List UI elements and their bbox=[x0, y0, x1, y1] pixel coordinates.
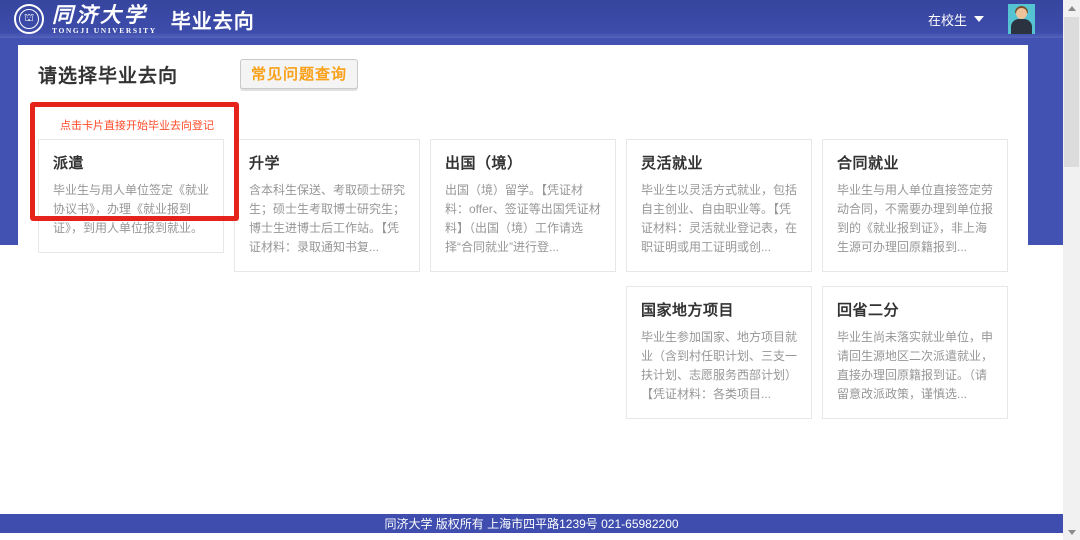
faq-query-button[interactable]: 常见问题查询 bbox=[240, 59, 358, 89]
card-contract-employment[interactable]: 合同就业 毕业生与用人单位直接签定劳动合同，不需要办理到单位报到的《就业报到证》… bbox=[822, 139, 1008, 272]
card-title: 出国（境） bbox=[445, 152, 601, 173]
university-seal-icon bbox=[14, 4, 44, 34]
card-title: 回省二分 bbox=[837, 299, 993, 320]
destination-card-grid: 派遣 毕业生与用人单位签定《就业协议书》，办理《就业报到证》，到用人单位报到就业… bbox=[38, 139, 1008, 419]
card-title: 升学 bbox=[249, 152, 405, 173]
copyright-text: 同济大学 版权所有 上海市四平路1239号 021-65982200 bbox=[384, 515, 678, 532]
user-role-dropdown[interactable]: 在校生 bbox=[928, 10, 984, 29]
university-name-cn: 同济大学 bbox=[52, 4, 157, 25]
avatar[interactable] bbox=[1008, 4, 1035, 34]
card-flexible-employment[interactable]: 灵活就业 毕业生以灵活方式就业，包括自主创业、自由职业等。【凭证材料：灵活就业登… bbox=[626, 139, 812, 272]
university-name-en: TONGJI UNIVERSITY bbox=[52, 27, 157, 35]
card-title: 国家地方项目 bbox=[641, 299, 797, 320]
graduation-destination-page: 同济大学 TONGJI UNIVERSITY 毕业去向 在校生 请选择毕业去向 … bbox=[0, 0, 1080, 540]
card-description: 毕业生以灵活方式就业，包括自主创业、自由职业等。【凭证材料：灵活就业登记表，在职… bbox=[641, 181, 797, 257]
card-description: 毕业生与用人单位签定《就业协议书》，办理《就业报到证》，到用人单位报到就业。 bbox=[53, 181, 209, 238]
footer-bar: 同济大学 版权所有 上海市四平路1239号 021-65982200 bbox=[0, 514, 1063, 533]
arrow-up-icon bbox=[1068, 6, 1076, 11]
card-national-local-programs[interactable]: 国家地方项目 毕业生参加国家、地方项目就业（含到村任职计划、三支一扶计划、志愿服… bbox=[626, 286, 812, 419]
chevron-down-icon bbox=[974, 16, 984, 22]
scroll-up-button[interactable] bbox=[1063, 0, 1080, 16]
card-description: 毕业生与用人单位直接签定劳动合同，不需要办理到单位报到的《就业报到证》，非上海生… bbox=[837, 181, 993, 257]
university-logo: 同济大学 TONGJI UNIVERSITY bbox=[14, 4, 157, 35]
user-role-label: 在校生 bbox=[928, 10, 967, 29]
card-dispatch[interactable]: 派遣 毕业生与用人单位签定《就业协议书》，办理《就业报到证》，到用人单位报到就业… bbox=[38, 139, 224, 253]
card-description: 毕业生尚未落实就业单位，申请回生源地区二次派遣就业，直接办理回原籍报到证。（请留… bbox=[837, 328, 993, 404]
card-return-province-dispatch[interactable]: 回省二分 毕业生尚未落实就业单位，申请回生源地区二次派遣就业，直接办理回原籍报到… bbox=[822, 286, 1008, 419]
section-heading: 请选择毕业去向 bbox=[38, 61, 178, 88]
card-further-study[interactable]: 升学 含本科生保送、考取硕士研究生；硕士生考取博士研究生；博士生进博士后工作站。… bbox=[234, 139, 420, 272]
vertical-scrollbar[interactable] bbox=[1063, 0, 1080, 540]
main-content-panel: 请选择毕业去向 常见问题查询 点击卡片直接开始毕业去向登记 派遣 毕业生与用人单… bbox=[18, 45, 1028, 515]
scroll-down-button[interactable] bbox=[1063, 524, 1080, 540]
card-description: 含本科生保送、考取硕士研究生；硕士生考取博士研究生；博士生进博士后工作站。【凭证… bbox=[249, 181, 405, 257]
card-title: 灵活就业 bbox=[641, 152, 797, 173]
card-title: 合同就业 bbox=[837, 152, 993, 173]
card-description: 毕业生参加国家、地方项目就业（含到村任职计划、三支一扶计划、志愿服务西部计划）【… bbox=[641, 328, 797, 404]
arrow-down-icon bbox=[1068, 530, 1076, 535]
click-card-hint: 点击卡片直接开始毕业去向登记 bbox=[60, 117, 1008, 133]
page-title: 毕业去向 bbox=[171, 5, 255, 34]
card-description: 出国（境）留学。【凭证材料：offer、签证等出国凭证材料】（出国（境）工作请选… bbox=[445, 181, 601, 257]
card-go-abroad[interactable]: 出国（境） 出国（境）留学。【凭证材料：offer、签证等出国凭证材料】（出国（… bbox=[430, 139, 616, 272]
card-title: 派遣 bbox=[53, 152, 209, 173]
scrollbar-thumb[interactable] bbox=[1064, 17, 1079, 167]
top-header-bar: 同济大学 TONGJI UNIVERSITY 毕业去向 在校生 bbox=[0, 0, 1063, 38]
